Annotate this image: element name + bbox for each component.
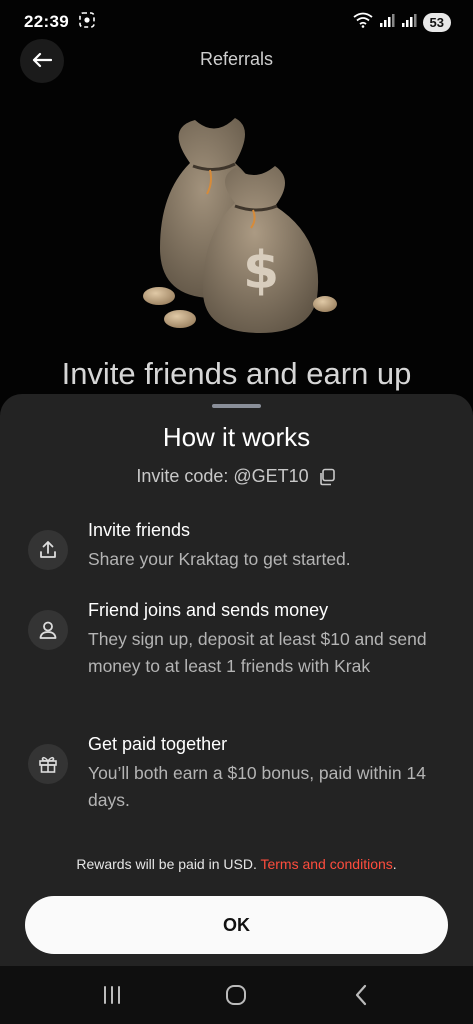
rewards-note: Rewards will be paid in USD. Terms and c… [0, 856, 473, 872]
page-title: Referrals [199, 49, 274, 69]
battery-indicator: 53 [422, 12, 451, 32]
step-title: Invite friends [88, 520, 191, 540]
sheet-title: How it works [162, 422, 311, 452]
back-nav-icon[interactable] [331, 975, 391, 1015]
signal-icon [379, 13, 395, 32]
rewards-note-end: . [392, 856, 397, 872]
signal-icon-2 [401, 13, 417, 32]
terms-and-conditions-link[interactable]: Terms and conditions [260, 856, 392, 872]
step-text: Get paid together You’ll both earn a $10… [88, 732, 449, 842]
hero-heading: Invite friends and earn up [61, 356, 412, 391]
invite-code-row: Invite code: @GET10 [0, 466, 473, 487]
person-icon [28, 610, 68, 650]
sheet-drag-handle[interactable] [212, 404, 261, 408]
step-description: Share your Kraktag to get started. [88, 549, 351, 569]
copy-icon[interactable] [317, 467, 337, 487]
ok-button[interactable]: OK [25, 896, 448, 954]
step-description: They sign up, deposit at least $10 and s… [88, 629, 427, 676]
step-text: Friend joins and sends money They sign u… [88, 598, 449, 732]
rewards-note-text: Rewards will be paid in USD. [76, 856, 261, 872]
svg-text:$: $ [243, 241, 279, 301]
money-bags-illustration: $ [135, 108, 345, 348]
home-icon[interactable] [206, 975, 266, 1015]
invite-code-label: Invite code: @GET10 [136, 466, 309, 486]
how-it-works-sheet: How it works Invite code: @GET10 Invite … [0, 394, 473, 966]
status-bar: 22:39 53 [0, 0, 473, 44]
step-title: Friend joins and sends money [88, 600, 329, 620]
status-right: 53 [352, 12, 451, 33]
steps-list: Invite friends Share your Kraktag to get… [28, 518, 449, 842]
share-upload-icon [28, 530, 68, 570]
system-nav-bar [0, 966, 473, 1024]
step-invite-friends: Invite friends Share your Kraktag to get… [28, 518, 449, 598]
status-time: 22:39 [24, 12, 69, 31]
step-friend-joins: Friend joins and sends money They sign u… [28, 598, 449, 732]
wifi-icon [352, 12, 373, 33]
screen-record-icon [79, 11, 95, 33]
step-description: You’ll both earn a $10 bonus, paid withi… [88, 763, 426, 810]
gift-icon [28, 744, 68, 784]
referrals-screen: 22:39 53 Referrals $ Invite friends and … [0, 0, 473, 1024]
recent-apps-icon[interactable] [82, 975, 142, 1015]
step-text: Invite friends Share your Kraktag to get… [88, 518, 351, 598]
step-get-paid: Get paid together You’ll both earn a $10… [28, 732, 449, 842]
status-left: 22:39 [24, 11, 95, 33]
step-title: Get paid together [88, 734, 228, 754]
